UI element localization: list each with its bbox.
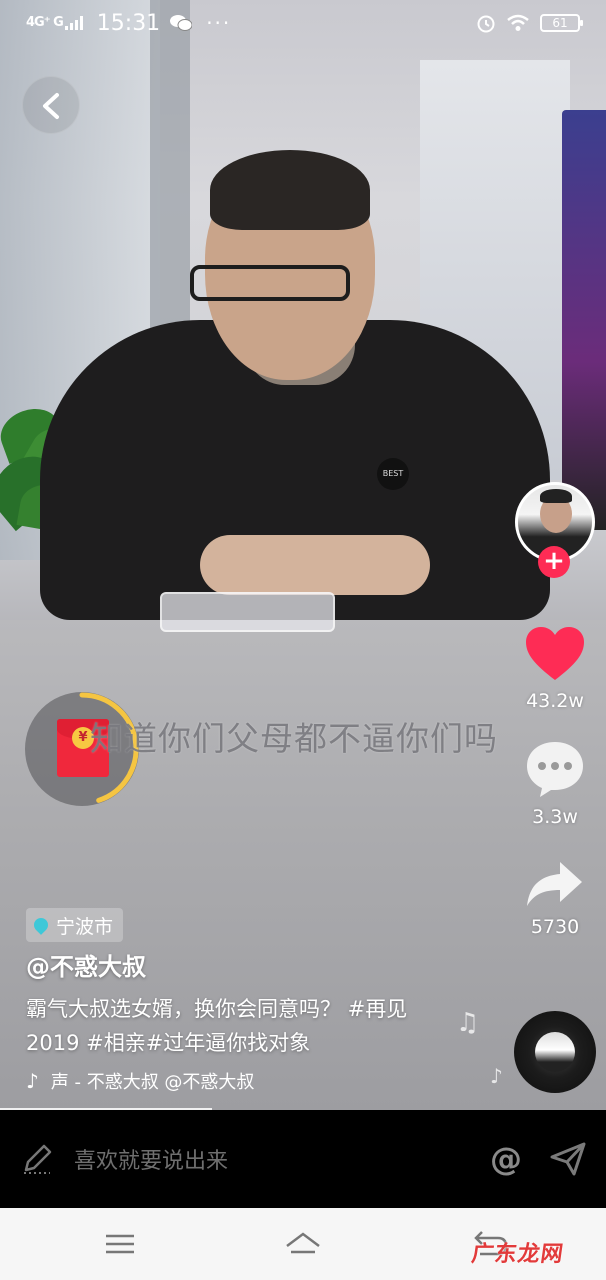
comment-button[interactable]: 3.3w <box>520 740 590 828</box>
music-info[interactable]: ♪ 声 - 不惑大叔 @不惑大叔 <box>26 1068 336 1094</box>
menu-icon[interactable] <box>100 1226 140 1262</box>
music-note-small-icon: ♪ <box>490 1064 503 1088</box>
video-person <box>40 150 560 630</box>
author-name[interactable]: @不惑大叔 <box>26 947 146 982</box>
wechat-icon <box>170 15 193 31</box>
video-subtitle: 知道你们父母都不逼你们吗 <box>90 719 498 758</box>
video-ashtray <box>160 592 335 632</box>
location-tag[interactable]: 宁波市 <box>26 908 124 942</box>
comment-placeholder[interactable]: 喜欢就要说出来 <box>74 1143 228 1175</box>
music-title: 声 - 不惑大叔 @不惑大叔 <box>50 1072 255 1093</box>
wifi-icon <box>507 14 529 31</box>
watermark-logo: 广东龙网 <box>469 1242 566 1267</box>
like-button[interactable]: 43.2w <box>520 626 590 712</box>
overflow-dots: ··· <box>206 11 232 35</box>
share-arrow-icon <box>527 862 582 906</box>
chevron-left-icon <box>43 93 59 119</box>
share-count: 5730 <box>530 916 580 938</box>
jacket-badge: BEST <box>377 458 409 490</box>
heart-icon <box>526 627 584 680</box>
pencil-icon <box>24 1144 52 1174</box>
video-player[interactable]: BEST <box>0 0 606 1110</box>
follow-button[interactable]: + <box>538 546 570 578</box>
location-label: 宁波市 <box>56 915 114 938</box>
music-disc-button[interactable] <box>514 1011 596 1093</box>
like-count: 43.2w <box>526 690 584 712</box>
comment-icon <box>527 742 583 797</box>
mention-button[interactable]: @ <box>490 1140 522 1178</box>
alarm-icon <box>477 15 495 33</box>
music-note-icon: ♫ <box>456 1008 480 1038</box>
status-time: 15:31 <box>96 10 161 36</box>
tiktok-note-icon: ♪ <box>26 1069 39 1093</box>
status-bar: 4G⁺ G 15:31 ··· 61 <box>0 0 606 46</box>
send-icon[interactable] <box>550 1142 586 1176</box>
comment-input-bar[interactable]: 喜欢就要说出来 @ <box>0 1110 606 1208</box>
post-description[interactable]: 霸气大叔选女婿，换你会同意吗？ #再见2019 #相亲#过年逼你找对象 <box>26 992 446 1060</box>
battery-icon: 61 <box>540 14 583 32</box>
location-pin-icon <box>31 915 51 935</box>
signal-bars-icon <box>64 16 83 30</box>
background-tv <box>562 110 606 530</box>
signal-icon: 4G⁺ G <box>26 15 64 30</box>
comment-count: 3.3w <box>532 806 578 828</box>
back-button[interactable] <box>22 76 80 134</box>
share-button[interactable]: 5730 <box>520 860 590 938</box>
home-icon[interactable] <box>283 1226 323 1262</box>
music-disc-cover <box>535 1032 575 1072</box>
